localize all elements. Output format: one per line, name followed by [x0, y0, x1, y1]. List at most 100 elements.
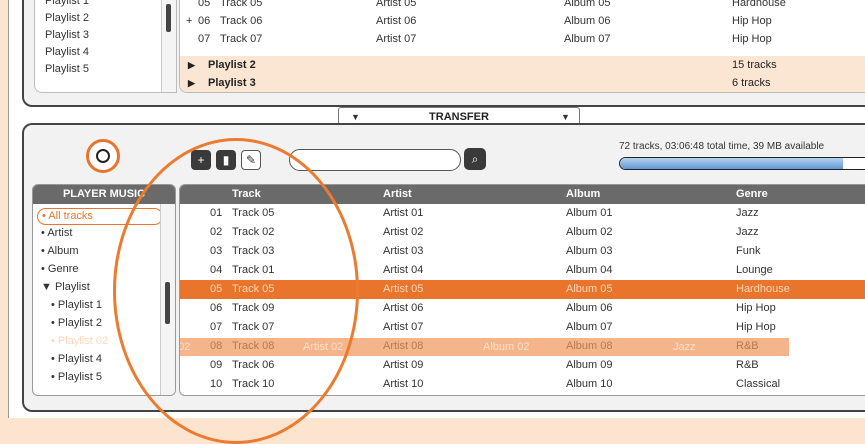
- track-artist: Artist 07: [376, 33, 417, 45]
- track-title: Track 05: [220, 0, 263, 9]
- playlist-group-row[interactable]: ▶ Playlist 3 6 tracks: [180, 74, 865, 92]
- sidebar-scrollbar[interactable]: [160, 204, 175, 395]
- track-number: 10: [210, 378, 223, 390]
- magnifier-icon[interactable]: ⌕: [464, 148, 486, 170]
- track-album: Album 06: [564, 15, 611, 27]
- track-title: Track 01: [232, 264, 275, 276]
- track-genre: Classical: [736, 378, 781, 390]
- top-table-row[interactable]: 05 Track 05 Artist 05 Album 05 Hardhouse: [180, 0, 865, 12]
- table-row[interactable]: 01 Track 05 Artist 01 Album 01 Jazz: [180, 204, 865, 223]
- search-input[interactable]: [289, 149, 461, 171]
- table-row[interactable]: 05 Track 05 Artist 05 Album 05 Hardhouse: [180, 280, 865, 299]
- track-genre: Hip Hop: [736, 321, 776, 333]
- track-artist: Artist 03: [383, 245, 424, 257]
- table-header: Track Artist Album Genre: [180, 185, 865, 204]
- track-number: 05: [198, 0, 211, 9]
- add-icon[interactable]: +: [191, 150, 211, 170]
- top-table-row[interactable]: +06 Track 06 Artist 06 Album 06 Hip Hop: [180, 12, 865, 30]
- top-sidebar-playlist[interactable]: Playlist 1: [45, 0, 89, 9]
- storage-status: 72 tracks, 03:06:48 total time, 39 MB av…: [619, 141, 825, 152]
- sidebar-item[interactable]: • Genre: [41, 262, 79, 277]
- pencil-icon[interactable]: ✎: [241, 150, 261, 170]
- table-row[interactable]: 07 Track 07 Artist 07 Album 07 Hip Hop: [180, 318, 865, 337]
- track-title: Track 07: [220, 33, 263, 45]
- bullet-icon: •: [51, 335, 55, 347]
- track-number: 07: [198, 33, 211, 45]
- track-number: 09: [210, 359, 223, 371]
- bullet-icon: •: [41, 227, 45, 239]
- track-title: Track 05: [232, 283, 275, 295]
- top-sidebar-playlist[interactable]: Playlist 3: [45, 28, 89, 43]
- bullet-icon: •: [51, 353, 55, 365]
- sidebar-item[interactable]: • Playlist 1: [51, 298, 102, 313]
- expand-arrow-icon[interactable]: ▶: [188, 74, 195, 92]
- track-genre: R&B: [736, 359, 759, 371]
- track-artist: Artist 10: [383, 378, 424, 390]
- column-header-artist[interactable]: Artist: [383, 185, 412, 204]
- track-album: Album 05: [564, 0, 611, 9]
- group-count: 15 tracks: [732, 59, 777, 71]
- track-album: Album 10: [566, 378, 613, 390]
- top-sidebar-playlist[interactable]: Playlist 2: [45, 11, 89, 26]
- top-sidebar-scrollbar[interactable]: [161, 0, 176, 92]
- sidebar-item[interactable]: • Playlist 4: [51, 352, 102, 367]
- player-music-sidebar: PLAYER MUSIC • All tracks • Artist • Album…: [32, 184, 176, 396]
- player-music-panel: + ▮ ✎ ⌕ 72 tracks, 03:06:48 total time, …: [22, 123, 865, 412]
- sidebar-item-label: Genre: [47, 263, 79, 275]
- sidebar-item[interactable]: ▼ Playlist: [41, 280, 90, 295]
- sidebar-item-label: Playlist 2: [57, 317, 102, 329]
- group-name: Playlist 2: [208, 59, 256, 71]
- sidebar-item-label: Album: [47, 245, 79, 257]
- track-table: Track Artist Album Genre 01 Track 05 Artis…: [179, 184, 865, 396]
- group-count: 6 tracks: [732, 77, 771, 89]
- track-album: Album 07: [566, 321, 613, 333]
- sidebar-item[interactable]: • Artist: [41, 226, 72, 241]
- sidebar-item[interactable]: • All tracks: [37, 208, 163, 225]
- top-track-table: 05 Track 05 Artist 05 Album 05 Hardhouse +06 T…: [179, 0, 865, 93]
- track-artist: Artist 05: [383, 283, 424, 295]
- sidebar-item[interactable]: • Album: [41, 244, 79, 259]
- table-row[interactable]: 06 Track 09 Artist 06 Album 06 Hip Hop: [180, 299, 865, 318]
- sidebar-item-label: Artist: [47, 227, 73, 239]
- table-row[interactable]: 02 Track 02 Artist 02 Album 02 Jazz: [180, 223, 865, 242]
- top-table-row[interactable]: 07 Track 07 Artist 07 Album 07 Hip Hop: [180, 30, 865, 48]
- track-album: Album 01: [566, 207, 613, 219]
- device-library-panel: Playlist 1 Playlist 2 Playlist 3 Playlist 4…: [22, 0, 865, 107]
- column-header-genre[interactable]: Genre: [736, 185, 768, 204]
- top-sidebar-playlist[interactable]: Playlist 5: [45, 62, 89, 77]
- track-title: Track 02: [232, 226, 275, 238]
- track-album: Album 09: [566, 359, 613, 371]
- track-genre: Jazz: [736, 207, 759, 219]
- track-artist: Artist 04: [383, 264, 424, 276]
- column-header-track[interactable]: Track: [232, 185, 261, 204]
- expand-arrow-icon[interactable]: ▶: [188, 56, 195, 74]
- track-number: 06: [210, 302, 223, 314]
- sidebar-item-label: All tracks: [48, 210, 93, 222]
- sidebar-item[interactable]: • Playlist 02: [51, 334, 108, 349]
- trash-icon[interactable]: ▮: [216, 150, 236, 170]
- top-sidebar-playlist[interactable]: Playlist 4: [45, 45, 89, 60]
- track-number: 07: [210, 321, 223, 333]
- track-album: Album 02: [566, 226, 613, 238]
- track-number: 05: [210, 283, 223, 295]
- sidebar-item[interactable]: • Playlist 2: [51, 316, 102, 331]
- table-row[interactable]: 10 Track 10 Artist 10 Album 10 Classical: [180, 375, 865, 394]
- column-header-album[interactable]: Album: [566, 185, 600, 204]
- table-row[interactable]: 04 Track 01 Artist 04 Album 04 Lounge: [180, 261, 865, 280]
- track-number: 06: [198, 15, 211, 27]
- sidebar-item-label: Playlist 4: [57, 353, 102, 365]
- track-title: Track 06: [220, 15, 263, 27]
- track-genre: Jazz: [736, 226, 759, 238]
- track-artist: Artist 05: [376, 0, 417, 9]
- bullet-icon: •: [42, 210, 46, 222]
- sidebar-item[interactable]: • Playlist 5: [51, 370, 102, 385]
- track-genre: Hardhouse: [736, 283, 790, 295]
- track-artist: Artist 09: [383, 359, 424, 371]
- table-row[interactable]: 09 Track 06 Artist 09 Album 09 R&B: [180, 356, 865, 375]
- row-marker: +: [186, 15, 193, 27]
- track-artist: Artist 07: [383, 321, 424, 333]
- track-number: 03: [210, 245, 223, 257]
- track-album: Album 03: [566, 245, 613, 257]
- table-row[interactable]: 03 Track 03 Artist 03 Album 03 Funk: [180, 242, 865, 261]
- playlist-group-row[interactable]: ▶ Playlist 2 15 tracks: [180, 56, 865, 74]
